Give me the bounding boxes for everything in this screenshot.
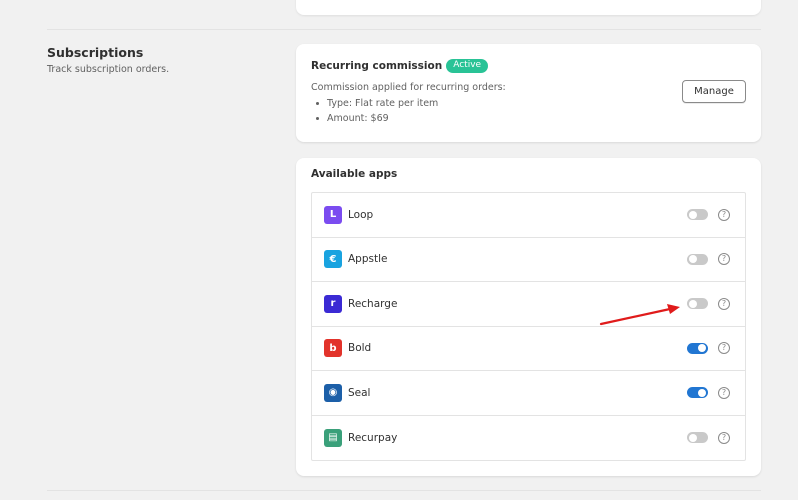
seal-logo-icon: ◉ <box>324 383 342 402</box>
recurring-commission-card: Recurring commission Active Commission a… <box>296 44 761 142</box>
available-apps-card: Available apps L Loop? € Appstle? r Recharge?… <box>296 158 761 476</box>
red-arrow-annotation <box>599 304 680 326</box>
app-name: Appstle <box>348 253 388 266</box>
help-icon[interactable]: ? <box>718 208 730 221</box>
commission-type: Type: Flat rate per item <box>327 98 439 109</box>
app-name: Bold <box>348 342 372 355</box>
app-name: Seal <box>348 386 371 399</box>
seal-toggle[interactable] <box>687 387 708 399</box>
section-description: Track subscription orders. <box>47 64 170 75</box>
app-name: Recharge <box>348 297 398 310</box>
recurpay-toggle[interactable] <box>687 432 708 444</box>
bullet-icon <box>316 102 319 105</box>
app-row-recurpay: ▤ Recurpay? <box>312 416 745 461</box>
app-row-seal: ◉ Seal? <box>312 371 745 416</box>
status-badge: Active <box>446 59 489 73</box>
recharge-toggle[interactable] <box>687 298 708 310</box>
appstle-toggle[interactable] <box>687 253 708 265</box>
recurring-commission-header: Recurring commission Active <box>311 59 489 73</box>
list-item: Type: Flat rate per item <box>316 96 438 111</box>
loop-toggle[interactable] <box>687 209 708 221</box>
section-title: Subscriptions <box>47 45 144 60</box>
bullet-icon <box>316 117 319 120</box>
recharge-logo-icon: r <box>324 294 342 313</box>
bold-logo-icon: b <box>324 339 342 358</box>
previous-card <box>296 0 761 15</box>
app-row-bold: b Bold? <box>312 327 745 371</box>
app-row-appstle: € Appstle? <box>312 238 745 282</box>
manage-button[interactable]: Manage <box>682 80 746 103</box>
help-icon[interactable]: ? <box>718 431 730 444</box>
recurring-commission-title: Recurring commission <box>311 60 443 72</box>
app-name: Loop <box>348 208 374 221</box>
loop-logo-icon: L <box>324 205 342 224</box>
list-item: Amount: $69 <box>316 111 438 126</box>
section-divider <box>47 29 761 30</box>
appstle-logo-icon: € <box>324 250 342 269</box>
app-name: Recurpay <box>348 431 398 444</box>
commission-details-list: Type: Flat rate per item Amount: $69 <box>316 96 438 126</box>
help-icon[interactable]: ? <box>718 386 730 399</box>
recurpay-logo-icon: ▤ <box>324 428 342 447</box>
help-icon[interactable]: ? <box>718 342 730 355</box>
help-icon[interactable]: ? <box>718 253 730 266</box>
app-row-loop: L Loop? <box>312 193 745 238</box>
available-apps-title: Available apps <box>311 168 398 180</box>
commission-amount: Amount: $69 <box>327 113 389 124</box>
recurring-commission-subtitle: Commission applied for recurring orders: <box>311 82 506 93</box>
help-icon[interactable]: ? <box>718 297 730 310</box>
section-divider <box>47 490 761 491</box>
bold-toggle[interactable] <box>687 342 708 354</box>
